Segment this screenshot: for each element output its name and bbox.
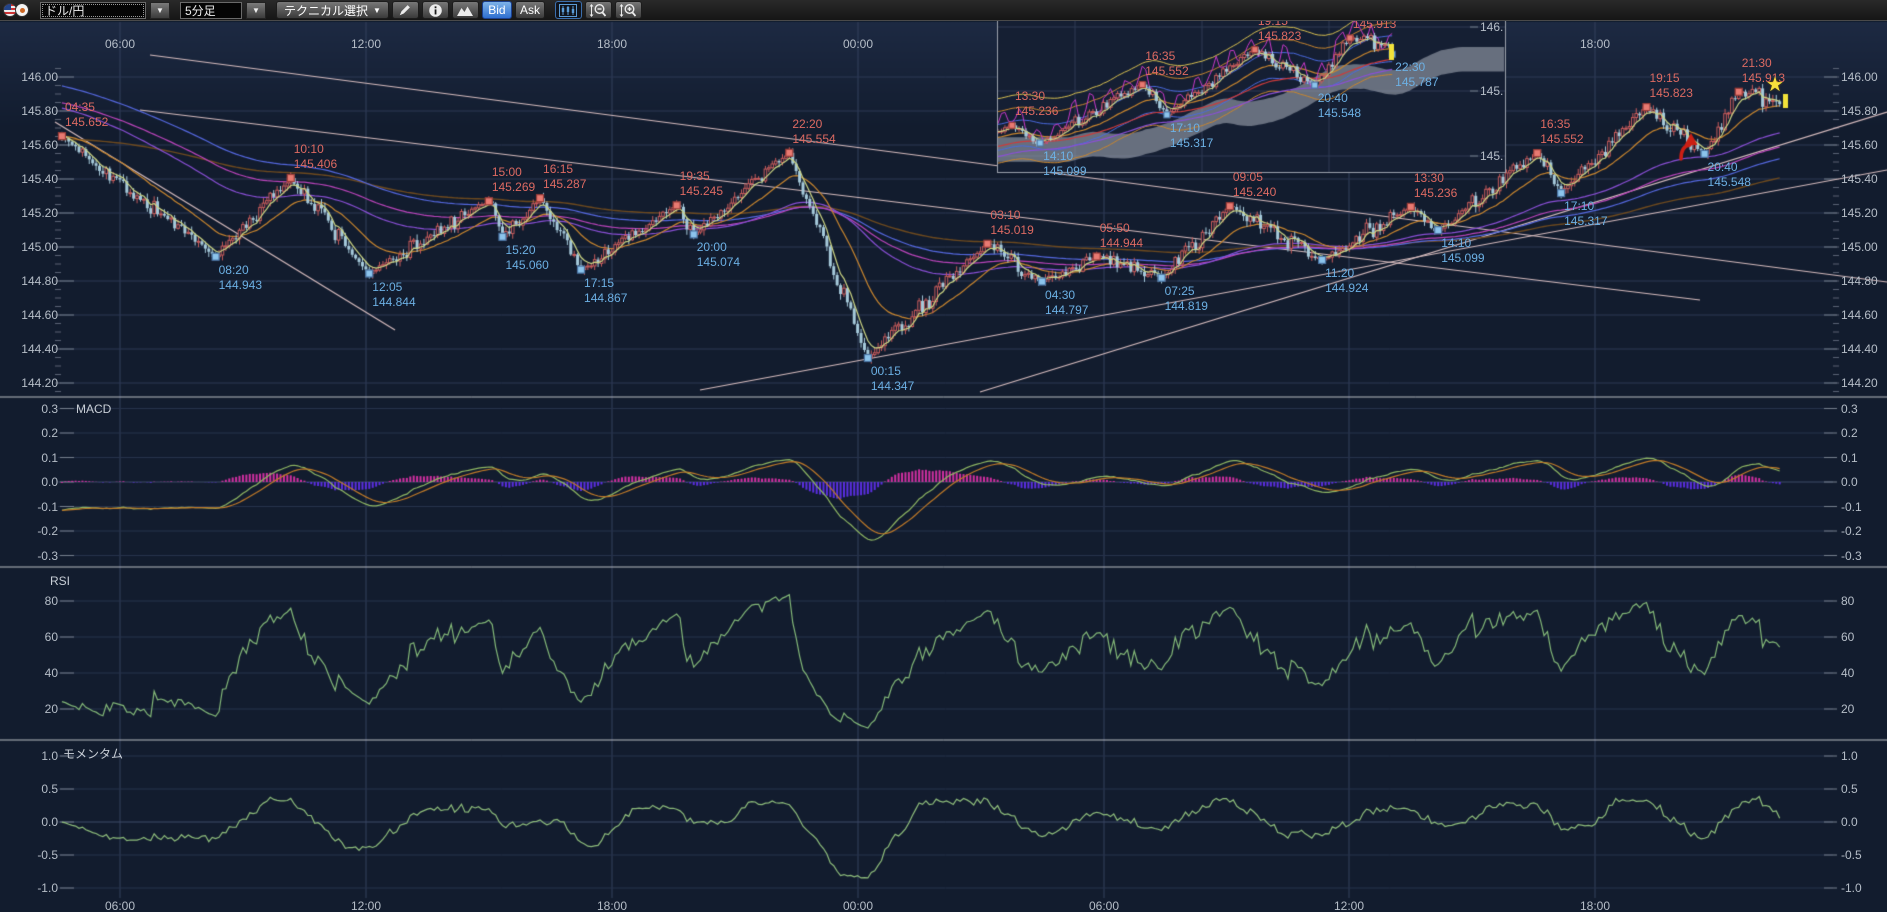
toolbar: ドル/円 ▼ 5分足 ▼ テクニカル選択 ▼ Bid (0, 0, 1887, 21)
pencil-button[interactable] (392, 1, 419, 19)
candle-style-button[interactable] (555, 1, 582, 19)
technical-select-label: テクニカル選択 (284, 2, 368, 19)
info-button[interactable] (422, 1, 449, 19)
bid-toggle-button[interactable]: Bid (482, 1, 512, 19)
info-icon (428, 3, 443, 18)
vertical-zoom-out-button[interactable] (585, 1, 612, 19)
chart-area[interactable]: 146.00145.80145.60145.40145.20145.00144.… (0, 0, 1887, 912)
trading-app-window: ドル/円 ▼ 5分足 ▼ テクニカル選択 ▼ Bid (0, 0, 1887, 912)
timeframe-label: 5分足 (185, 2, 216, 19)
pencil-icon (398, 3, 412, 17)
chevron-down-icon: ▼ (373, 6, 381, 15)
area-chart-button[interactable] (452, 1, 479, 19)
jp-flag-icon (15, 3, 29, 17)
ask-label: Ask (520, 3, 540, 17)
zoom-out-icon (589, 3, 607, 18)
timeframe-dropdown-arrow-icon[interactable]: ▼ (246, 2, 266, 19)
vertical-zoom-in-button[interactable] (615, 1, 642, 19)
currency-pair-label: ドル/円 (45, 2, 84, 19)
candle-style-icon (559, 4, 577, 17)
technical-select-button[interactable]: テクニカル選択 ▼ (276, 1, 389, 19)
currency-pair-flags-icon (3, 2, 37, 18)
timeframe-select[interactable]: 5分足 (180, 2, 242, 19)
chart-canvas[interactable] (0, 0, 1887, 912)
mountain-chart-icon (457, 4, 473, 17)
inset-chart-window[interactable] (997, 16, 1506, 173)
currency-pair-dropdown-arrow-icon[interactable]: ▼ (150, 2, 170, 19)
bid-label: Bid (488, 3, 505, 17)
ask-toggle-button[interactable]: Ask (515, 1, 545, 19)
currency-pair-select[interactable]: ドル/円 (40, 2, 146, 19)
zoom-in-icon (619, 3, 637, 18)
